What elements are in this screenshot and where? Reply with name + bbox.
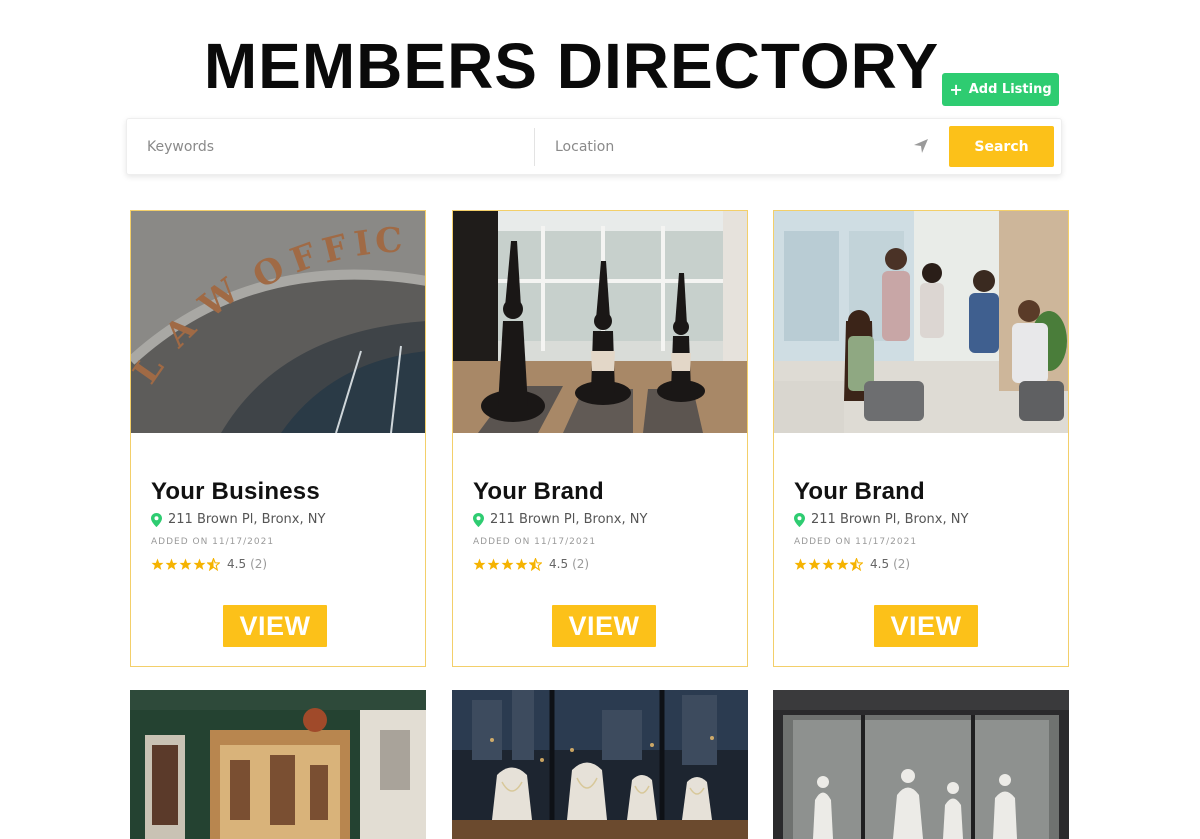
half-star-icon: [850, 557, 863, 571]
map-pin-icon: [473, 512, 484, 527]
added-date: ADDED ON 11/17/2021: [794, 537, 918, 547]
map-pin-icon: [151, 512, 162, 527]
rating: 4.5 (2): [151, 557, 267, 571]
star-icon: [501, 558, 514, 570]
view-button[interactable]: VIEW: [223, 605, 327, 647]
listing-title[interactable]: Your Business: [151, 478, 320, 506]
rating-value: 4.5: [549, 557, 569, 571]
view-button[interactable]: VIEW: [874, 605, 978, 647]
star-icon: [487, 558, 500, 570]
search-divider: [534, 128, 535, 166]
star-icon: [822, 558, 835, 570]
location-input[interactable]: [555, 127, 905, 167]
half-star-icon: [207, 557, 220, 571]
location-arrow-icon[interactable]: [913, 138, 929, 154]
listing-card: Your Brand 211 Brown Pl, Bronx, NY ADDED…: [773, 210, 1069, 667]
address-text: 211 Brown Pl, Bronx, NY: [490, 512, 648, 527]
added-date: ADDED ON 11/17/2021: [473, 537, 597, 547]
law-office-photo[interactable]: L A W O F F I C: [131, 211, 425, 433]
star-icon: [151, 558, 164, 570]
listing-card: L A W O F F I C Your Business 211 Brown …: [130, 210, 426, 667]
rating-count: (2): [572, 557, 590, 571]
star-icon: [165, 558, 178, 570]
add-listing-label: Add Listing: [968, 82, 1052, 97]
address-text: 211 Brown Pl, Bronx, NY: [811, 512, 969, 527]
rating-count: (2): [250, 557, 268, 571]
svg-text:C: C: [374, 220, 404, 262]
star-icon: [515, 558, 528, 570]
listing-title[interactable]: Your Brand: [794, 478, 925, 506]
listing-address: 211 Brown Pl, Bronx, NY: [473, 512, 647, 527]
listing-title[interactable]: Your Brand: [473, 478, 604, 506]
office-meeting-photo[interactable]: [774, 211, 1068, 433]
star-icon: [808, 558, 821, 570]
listing-address: 211 Brown Pl, Bronx, NY: [151, 512, 325, 527]
listing-card: Your Brand 211 Brown Pl, Bronx, NY ADDED…: [452, 210, 748, 667]
star-icon: [179, 558, 192, 570]
listing-address: 211 Brown Pl, Bronx, NY: [794, 512, 968, 527]
yoga-studio-photo[interactable]: [453, 211, 747, 433]
view-button[interactable]: VIEW: [552, 605, 656, 647]
jewelry-display-photo[interactable]: [452, 690, 748, 839]
fashion-boutique-photo[interactable]: [773, 690, 1069, 839]
star-icon: [473, 558, 486, 570]
added-date: ADDED ON 11/17/2021: [151, 537, 275, 547]
rating-value: 4.5: [227, 557, 247, 571]
storefront-photo[interactable]: [130, 690, 426, 839]
search-button[interactable]: Search: [949, 126, 1054, 167]
star-icon: [193, 558, 206, 570]
rating-count: (2): [893, 557, 911, 571]
rating: 4.5 (2): [473, 557, 589, 571]
plus-icon: +: [949, 79, 963, 99]
star-icon: [836, 558, 849, 570]
map-pin-icon: [794, 512, 805, 527]
rating: 4.5 (2): [794, 557, 910, 571]
half-star-icon: [529, 557, 542, 571]
keywords-input[interactable]: [147, 127, 527, 167]
add-listing-button[interactable]: + Add Listing: [942, 73, 1059, 106]
rating-value: 4.5: [870, 557, 890, 571]
search-bar: Search: [126, 118, 1062, 175]
star-icon: [794, 558, 807, 570]
address-text: 211 Brown Pl, Bronx, NY: [168, 512, 326, 527]
